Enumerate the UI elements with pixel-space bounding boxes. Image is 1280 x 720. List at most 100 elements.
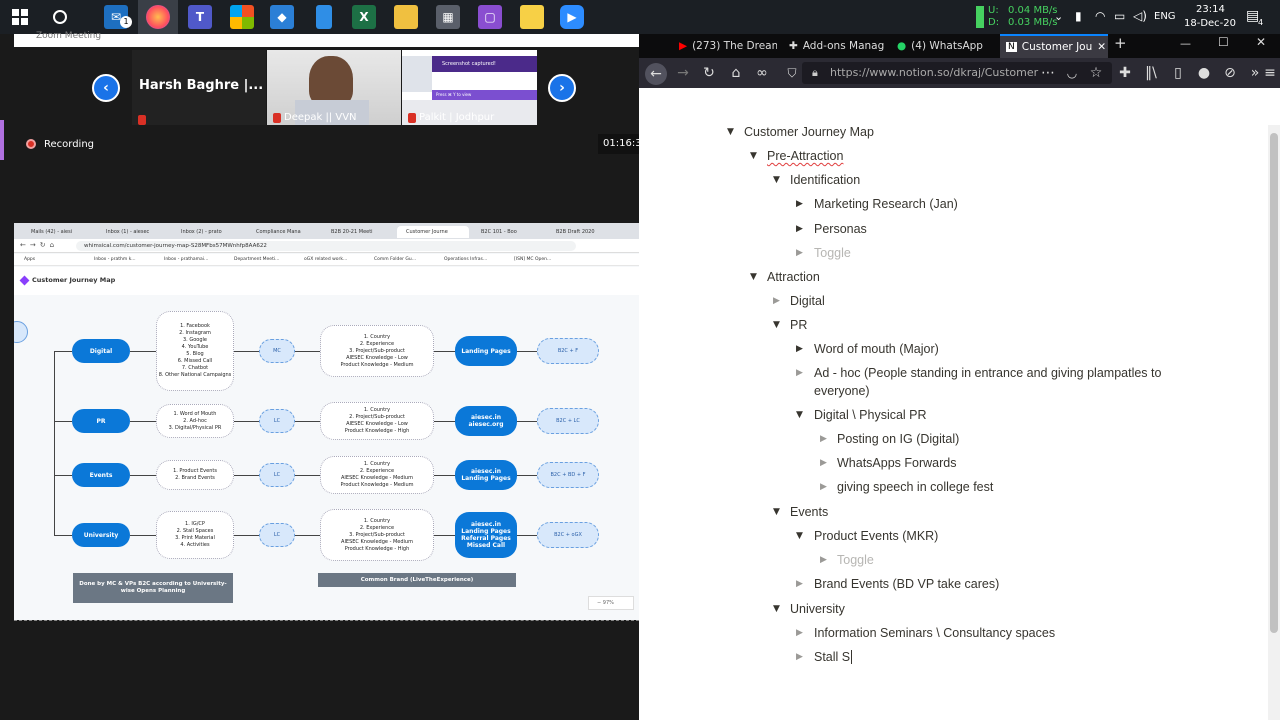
node-product-events[interactable]: Product Events (MKR) bbox=[814, 529, 938, 543]
speaker-tile[interactable]: Harsh Baghre |... bbox=[132, 50, 266, 125]
toggle-triangle[interactable]: ▶ bbox=[820, 555, 827, 565]
screenshot-icon[interactable]: ⊘ bbox=[1220, 63, 1240, 83]
pocket-icon[interactable]: ◡ bbox=[1062, 63, 1082, 83]
toggle-triangle[interactable]: ▼ bbox=[727, 127, 734, 137]
channel-items-node[interactable]: 1. IG/CP 2. Stall Spaces 3. Print Materi… bbox=[156, 511, 234, 559]
shared-bookmark[interactable]: Comm Folder Gu... bbox=[374, 257, 416, 262]
participant-tile-2[interactable]: Screenshot captured! Press ⌘ Y to view P… bbox=[402, 50, 537, 125]
toggle-triangle[interactable]: ▶ bbox=[796, 344, 803, 354]
shared-tab[interactable]: Inbox (1) - aiesec bbox=[97, 226, 169, 238]
clock-time[interactable]: 23:14 bbox=[1196, 4, 1225, 15]
battery-icon[interactable]: ▭ bbox=[1114, 9, 1125, 23]
toggle-triangle[interactable]: ▶ bbox=[796, 248, 803, 258]
tab-notion-active[interactable]: N Customer Jou ✕ bbox=[1000, 34, 1108, 58]
node-posting-ig[interactable]: Posting on IG (Digital) bbox=[837, 432, 959, 446]
extensions-icon[interactable]: ✚ bbox=[1115, 63, 1135, 83]
toggle-triangle[interactable]: ▶ bbox=[796, 652, 803, 662]
teams-icon[interactable]: T bbox=[188, 5, 212, 29]
phone-link-icon[interactable] bbox=[316, 5, 332, 29]
shared-tab[interactable]: B2B Draft 2020 bbox=[547, 226, 619, 238]
search-circle-icon[interactable] bbox=[48, 5, 72, 29]
content-node[interactable]: 1. Country 2. Project/Sub-product AIESEC… bbox=[320, 402, 434, 440]
toggle-triangle[interactable]: ▶ bbox=[773, 296, 780, 306]
excel-icon[interactable]: X bbox=[352, 5, 376, 29]
node-digital-physical-pr[interactable]: Digital \ Physical PR bbox=[814, 408, 927, 422]
tab-whatsapp[interactable]: ● (4) WhatsApp bbox=[891, 34, 995, 58]
node-toggle-placeholder-2[interactable]: Toggle bbox=[837, 553, 874, 567]
toggle-triangle[interactable]: ▶ bbox=[796, 224, 803, 234]
screen-clip-icon[interactable]: ▢ bbox=[478, 5, 502, 29]
minimize-button[interactable]: — bbox=[1180, 37, 1191, 50]
toggle-triangle[interactable]: ▼ bbox=[773, 175, 780, 185]
node-marketing-research[interactable]: Marketing Research (Jan) bbox=[814, 197, 958, 211]
node-whatsapps[interactable]: WhatsApps Forwards bbox=[837, 456, 956, 470]
clock-date[interactable]: 18-Dec-20 bbox=[1184, 18, 1236, 29]
toggle-triangle[interactable]: ▶ bbox=[820, 482, 827, 492]
language-indicator[interactable]: ENG bbox=[1154, 11, 1176, 22]
node-speech[interactable]: giving speech in college fest bbox=[837, 480, 993, 494]
participant-tile-1[interactable]: Deepak || VVN bbox=[267, 50, 401, 125]
usb-icon[interactable]: ▮ bbox=[1075, 9, 1082, 23]
shared-tab[interactable]: Customer Journe bbox=[397, 226, 469, 238]
shared-tab[interactable]: Inbox (2) - prato bbox=[172, 226, 244, 238]
maximize-button[interactable]: ☐ bbox=[1218, 35, 1229, 49]
tab-addons[interactable]: ✚ Add-ons Manag bbox=[783, 34, 887, 58]
owner-node[interactable]: MC bbox=[259, 339, 295, 363]
back-button[interactable]: ← bbox=[645, 63, 667, 85]
shared-tab[interactable]: B2C 101 - Boo bbox=[472, 226, 544, 238]
channel-node[interactable]: Events bbox=[72, 463, 130, 487]
prev-page-button[interactable]: ‹ bbox=[92, 74, 120, 102]
node-pr[interactable]: PR bbox=[790, 318, 807, 332]
node-personas[interactable]: Personas bbox=[814, 222, 867, 236]
new-tab-button[interactable]: + bbox=[1114, 34, 1127, 52]
toggle-triangle[interactable]: ▼ bbox=[796, 531, 803, 541]
toggle-triangle[interactable]: ▼ bbox=[750, 151, 757, 161]
office-icon[interactable] bbox=[230, 5, 254, 29]
node-events[interactable]: Events bbox=[790, 505, 828, 519]
node-root[interactable]: Customer Journey Map bbox=[744, 125, 874, 139]
menu-icon[interactable]: ≡ bbox=[1260, 63, 1280, 83]
toggle-triangle[interactable]: ▶ bbox=[796, 368, 803, 378]
reload-button[interactable]: ↻ bbox=[699, 63, 719, 83]
outcome-node[interactable]: B2C + LC bbox=[537, 408, 599, 434]
zoom-app-icon[interactable]: ▶ bbox=[560, 5, 584, 29]
account-icon[interactable]: ● bbox=[1194, 63, 1214, 83]
page-actions-icon[interactable]: ⋯ bbox=[1038, 63, 1058, 83]
content-node[interactable]: 1. Country 2. Experience 3. Project/Sub-… bbox=[320, 509, 434, 561]
calculator-icon[interactable]: ▦ bbox=[436, 5, 460, 29]
owner-node[interactable]: LC bbox=[259, 523, 295, 547]
node-stall-editing[interactable]: Stall S bbox=[814, 650, 853, 664]
firefox-icon[interactable] bbox=[146, 5, 170, 29]
channel-items-node[interactable]: 1. Product Events 2. Brand Events bbox=[156, 460, 234, 490]
node-digital[interactable]: Digital bbox=[790, 294, 825, 308]
toggle-triangle[interactable]: ▶ bbox=[796, 628, 803, 638]
toggle-triangle[interactable]: ▶ bbox=[796, 199, 803, 209]
node-info-seminars[interactable]: Information Seminars \ Consultancy space… bbox=[814, 626, 1055, 640]
outcome-node[interactable]: B2C + F bbox=[537, 338, 599, 364]
vscode-icon[interactable]: ◆ bbox=[270, 5, 294, 29]
node-brand-events[interactable]: Brand Events (BD VP take cares) bbox=[814, 577, 999, 591]
node-university[interactable]: University bbox=[790, 602, 845, 616]
sidebar-icon[interactable]: ▯ bbox=[1168, 63, 1188, 83]
shared-bookmark[interactable]: Inbox - prathamai... bbox=[164, 257, 208, 262]
toggle-triangle[interactable]: ▶ bbox=[820, 458, 827, 468]
channel-items-node[interactable]: 1. Facebook 2. Instagram 3. Google 4. Yo… bbox=[156, 311, 234, 391]
channel-items-node[interactable]: 1. Word of Mouth 2. Ad-hoc 3. Digital/Ph… bbox=[156, 404, 234, 438]
node-pre-attraction[interactable]: Pre-Attraction bbox=[767, 149, 843, 163]
mask-icon[interactable]: ∞ bbox=[752, 63, 772, 83]
toggle-triangle[interactable]: ▼ bbox=[773, 507, 780, 517]
outcome-node[interactable]: B2C + BD + F bbox=[537, 462, 599, 488]
forward-button[interactable]: → bbox=[673, 63, 693, 83]
landing-node[interactable]: Landing Pages bbox=[455, 336, 517, 366]
chevron-up-icon[interactable]: ⌄ bbox=[1054, 10, 1063, 23]
landing-node[interactable]: aiesec.in Landing Pages bbox=[455, 460, 517, 490]
channel-node[interactable]: Digital bbox=[72, 339, 130, 363]
node-identification[interactable]: Identification bbox=[790, 173, 860, 187]
toggle-triangle[interactable]: ▶ bbox=[820, 434, 827, 444]
windows-start-icon[interactable] bbox=[8, 5, 32, 29]
zoom-level-control[interactable]: − 97% bbox=[588, 596, 634, 610]
channel-node[interactable]: PR bbox=[72, 409, 130, 433]
channel-node[interactable]: University bbox=[72, 523, 130, 547]
node-toggle-placeholder[interactable]: Toggle bbox=[814, 246, 851, 260]
shared-bookmark[interactable]: Apps bbox=[24, 257, 35, 262]
